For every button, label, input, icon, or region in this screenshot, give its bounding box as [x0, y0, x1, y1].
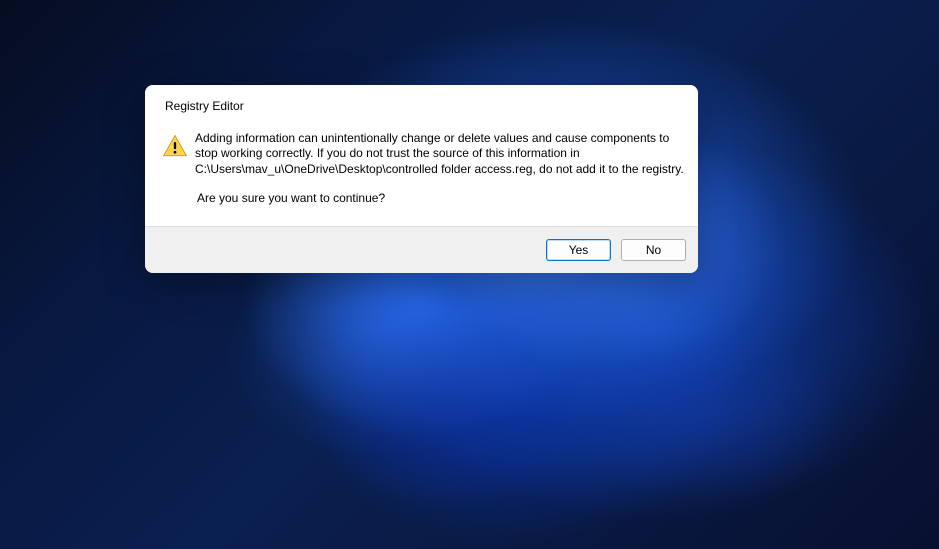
dialog-message-column: Adding information can unintentionally c…: [195, 131, 688, 206]
desktop-wallpaper: [0, 0, 939, 549]
no-button[interactable]: No: [621, 239, 686, 261]
dialog-confirm-text: Are you sure you want to continue?: [195, 191, 684, 206]
dialog-icon-column: [155, 131, 195, 206]
registry-editor-dialog: Registry Editor Adding information can u…: [145, 85, 698, 273]
yes-button[interactable]: Yes: [546, 239, 611, 261]
warning-icon: [162, 133, 188, 164]
dialog-warning-text: Adding information can unintentionally c…: [195, 131, 684, 177]
dialog-body: Adding information can unintentionally c…: [145, 121, 698, 226]
dialog-footer: Yes No: [145, 226, 698, 273]
dialog-title: Registry Editor: [145, 85, 698, 121]
